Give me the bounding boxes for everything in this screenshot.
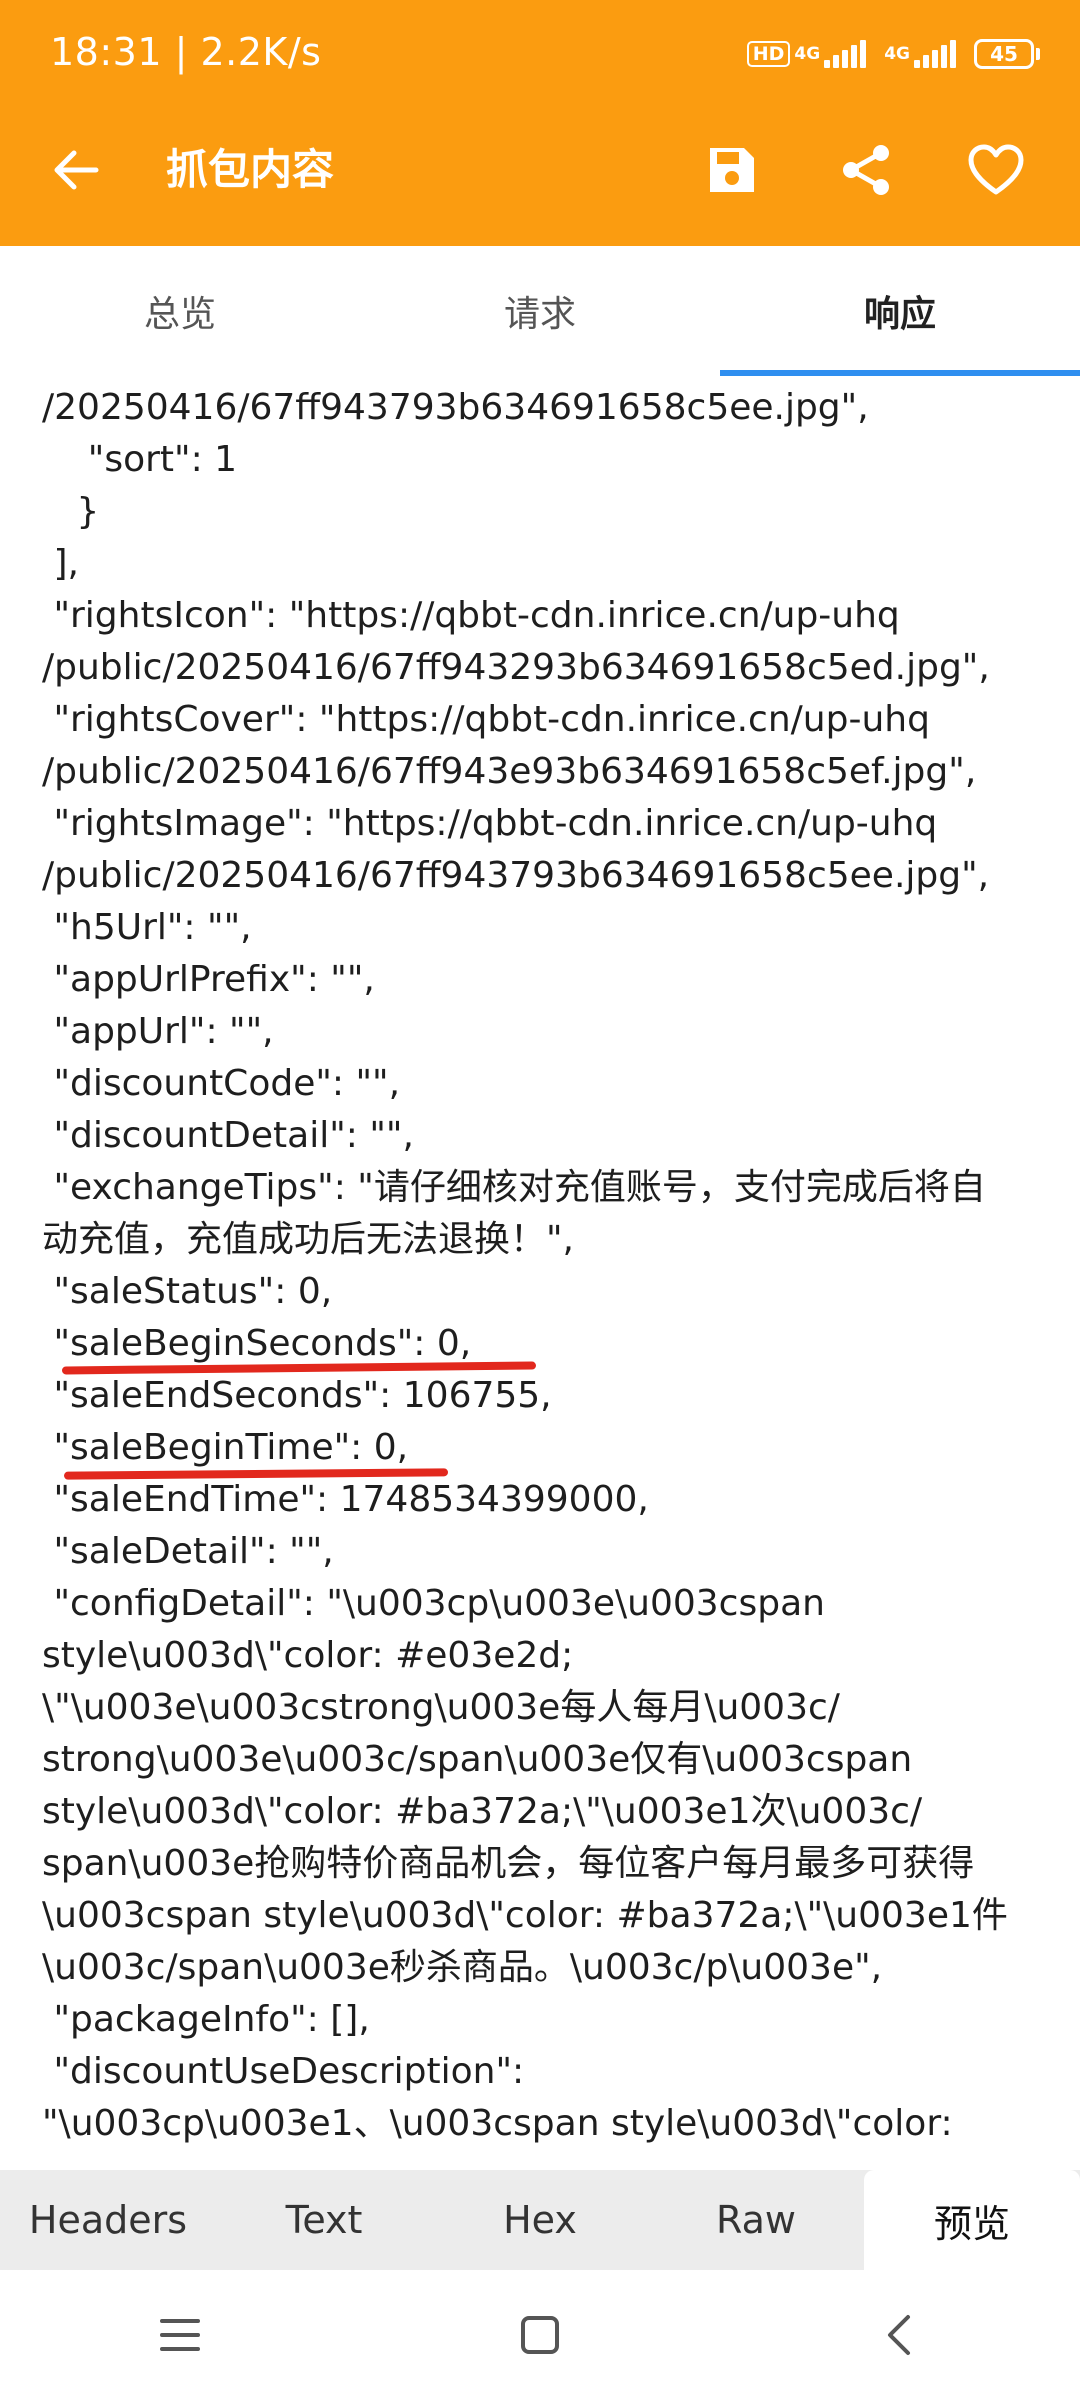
json-line: "rightsCover": "https://qbbt-cdn.inrice.… bbox=[42, 699, 930, 740]
status-icons: HD 4G 4G 45 bbox=[746, 30, 1040, 78]
back-arrow-icon[interactable] bbox=[44, 138, 108, 202]
json-line: \u003c/span\u003e秒杀商品。\u003c/p\u003e", bbox=[42, 1947, 883, 1988]
json-line: "appUrlPrefix": "", bbox=[42, 959, 375, 1000]
system-nav-bar bbox=[0, 2270, 1080, 2400]
home-square-icon[interactable] bbox=[500, 2295, 580, 2375]
hd-signal-1: HD 4G bbox=[746, 40, 867, 68]
hd-badge: HD bbox=[746, 41, 791, 67]
tab-headers[interactable]: Headers bbox=[0, 2170, 216, 2270]
battery-icon: 45 bbox=[974, 39, 1040, 69]
main-tabs: 总览 请求 响应 bbox=[0, 246, 1080, 376]
network-label-2: 4G bbox=[884, 43, 910, 64]
json-line: \"\u003e\u003cstrong\u003e每人每月\u003c/ bbox=[42, 1687, 840, 1728]
json-line: "\u003cp\u003e1、\u003cspan style\u003d\"… bbox=[42, 2103, 953, 2144]
json-line: "discountDetail": "", bbox=[42, 1115, 414, 1156]
json-line: "packageInfo": [], bbox=[42, 1999, 370, 2040]
json-line: strong\u003e\u003c/span\u003e仅有\u003cspa… bbox=[42, 1739, 913, 1780]
json-line: "h5Url": "", bbox=[42, 907, 252, 948]
json-line-sale-begin-time: "saleBeginTime": 0, bbox=[42, 1427, 409, 1468]
json-line: "rightsIcon": "https://qbbt-cdn.inrice.c… bbox=[42, 595, 900, 636]
json-line: "sort": 1 bbox=[42, 439, 238, 480]
signal-2: 4G bbox=[884, 40, 956, 68]
json-line: /public/20250416/67ff943793b634691658c5e… bbox=[42, 855, 990, 896]
format-tabs: Headers Text Hex Raw 预览 bbox=[0, 2170, 1080, 2270]
json-line: style\u003d\"color: #ba372a;\"\u003e1次\u… bbox=[42, 1791, 923, 1832]
json-line: "configDetail": "\u003cp\u003e\u003cspan bbox=[42, 1583, 825, 1624]
json-line: "saleEndSeconds": 106755, bbox=[42, 1375, 552, 1416]
signal-bars-2-icon bbox=[914, 40, 956, 68]
json-line: ], bbox=[42, 543, 79, 584]
battery-level: 45 bbox=[974, 39, 1034, 69]
network-label-1: 4G bbox=[794, 43, 821, 64]
heart-icon[interactable] bbox=[964, 138, 1028, 202]
save-icon[interactable] bbox=[700, 138, 764, 202]
status-time: 18:31 | 2.2K/s bbox=[50, 30, 322, 74]
json-line: span\u003e抢购特价商品机会，每位客户每月最多可获得 bbox=[42, 1843, 975, 1884]
tab-hex[interactable]: Hex bbox=[432, 2170, 648, 2270]
json-line: 动充值，充值成功后无法退换！", bbox=[42, 1219, 575, 1260]
app-bar: 18:31 | 2.2K/s HD 4G 4G 45 抓包内容 bbox=[0, 0, 1080, 246]
json-line: "rightsImage": "https://qbbt-cdn.inrice.… bbox=[42, 803, 938, 844]
json-line: /public/20250416/67ff943293b634691658c5e… bbox=[42, 647, 990, 688]
json-line: "saleStatus": 0, bbox=[42, 1271, 333, 1312]
json-line: "saleEndTime": 1748534399000, bbox=[42, 1479, 649, 1520]
json-line: } bbox=[42, 491, 100, 532]
tab-preview[interactable]: 预览 bbox=[864, 2170, 1080, 2270]
tab-response[interactable]: 响应 bbox=[720, 246, 1080, 376]
tab-raw[interactable]: Raw bbox=[648, 2170, 864, 2270]
json-line: "appUrl": "", bbox=[42, 1011, 274, 1052]
json-line: "discountUseDescription": bbox=[42, 2051, 525, 2092]
tab-request[interactable]: 请求 bbox=[360, 246, 720, 376]
json-line-sale-begin-seconds: "saleBeginSeconds": 0, bbox=[42, 1323, 472, 1364]
tab-overview[interactable]: 总览 bbox=[0, 246, 360, 376]
page-title: 抓包内容 bbox=[166, 145, 335, 194]
tab-text[interactable]: Text bbox=[216, 2170, 432, 2270]
json-line: "exchangeTips": "请仔细核对充值账号，支付完成后将自 bbox=[42, 1167, 986, 1208]
share-icon[interactable] bbox=[834, 138, 898, 202]
signal-bars-1-icon bbox=[824, 40, 867, 68]
back-chevron-icon[interactable] bbox=[860, 2295, 940, 2375]
response-body[interactable]: /20250416/67ff943793b634691658c5ee.jpg",… bbox=[0, 376, 1080, 2170]
json-line: /20250416/67ff943793b634691658c5ee.jpg", bbox=[42, 387, 869, 428]
json-line: "discountCode": "", bbox=[42, 1063, 401, 1104]
menu-icon[interactable] bbox=[140, 2295, 220, 2375]
json-line: style\u003d\"color: #e03e2d; bbox=[42, 1635, 574, 1676]
json-line: /public/20250416/67ff943e93b634691658c5e… bbox=[42, 751, 977, 792]
json-line: "saleDetail": "", bbox=[42, 1531, 334, 1572]
json-line: \u003cspan style\u003d\"color: #ba372a;\… bbox=[42, 1895, 1008, 1936]
